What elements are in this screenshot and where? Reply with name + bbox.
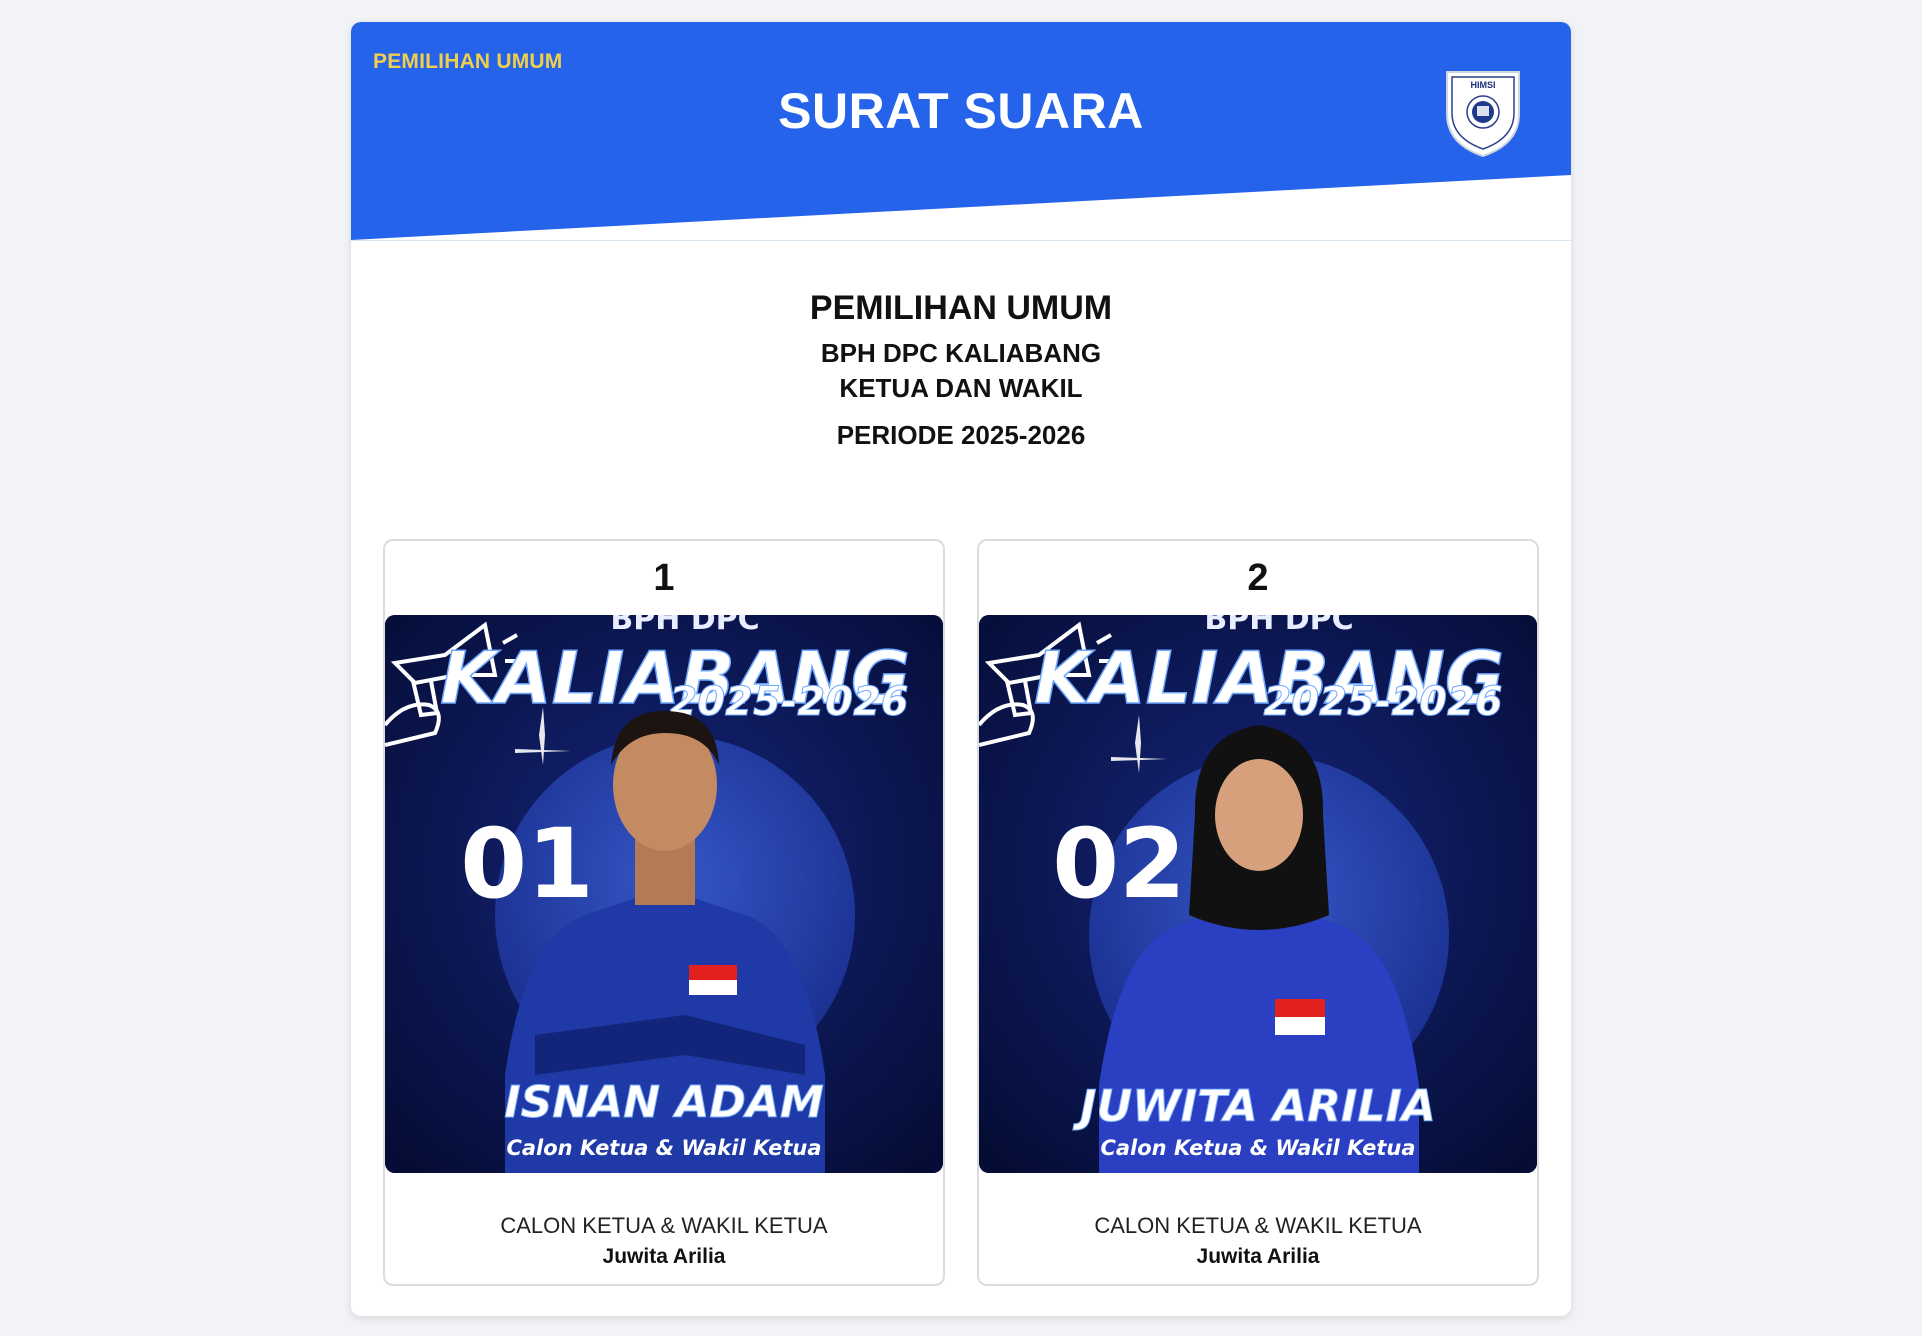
- poster-big-number: 01: [460, 808, 594, 920]
- poster-candidate-name: JUWITA ARILIA: [1072, 1081, 1436, 1132]
- poster-years: 2025-2026: [1263, 679, 1502, 725]
- candidate-number: 1: [653, 557, 675, 599]
- candidate-card-1[interactable]: 1 BPH DPC KALIABANG 2025-2026 01 ISNAN A…: [383, 539, 945, 1286]
- poster-heading-partial: BPH DPC: [1204, 615, 1353, 637]
- ballot-header: PEMILIHAN UMUM SURAT SUARA HIMSI: [351, 22, 1571, 241]
- candidate-poster[interactable]: BPH DPC KALIABANG 2025-2026 02 JUWITA AR…: [979, 615, 1537, 1173]
- logo-text: HIMSI: [1470, 80, 1495, 90]
- himsi-logo-icon: HIMSI: [1446, 71, 1520, 158]
- candidate-card-2[interactable]: 2 BPH DPC KALIABANG 2025-2026 02 JUWITA …: [977, 539, 1539, 1286]
- candidate-poster[interactable]: BPH DPC KALIABANG 2025-2026 01 ISNAN ADA…: [385, 615, 943, 1173]
- candidate-role: CALON KETUA & WAKIL KETUA: [500, 1213, 828, 1238]
- intro-organization: BPH DPC KALIABANG: [820, 338, 1102, 368]
- poster-caption: Calon Ketua & Wakil Ketua: [506, 1136, 821, 1160]
- election-intro: PEMILIHAN UMUM BPH DPC KALIABANG KETUA D…: [351, 241, 1571, 451]
- ballot-card: PEMILIHAN UMUM SURAT SUARA HIMSI PEMILIH…: [351, 22, 1571, 1316]
- poster-candidate-name: ISNAN ADAM: [504, 1077, 824, 1128]
- candidate-list: 1 BPH DPC KALIABANG 2025-2026 01 ISNAN A…: [383, 539, 1539, 1307]
- intro-period: PERIODE 2025-2026: [836, 420, 1086, 450]
- intro-positions: KETUA DAN WAKIL: [839, 373, 1083, 403]
- candidate-name: Juwita Arilia: [602, 1245, 726, 1268]
- poster-big-number: 02: [1052, 808, 1186, 920]
- header-kicker: PEMILIHAN UMUM: [373, 50, 563, 73]
- page-title: SURAT SUARA: [778, 83, 1144, 139]
- poster-caption: Calon Ketua & Wakil Ketua: [1100, 1136, 1415, 1160]
- candidate-number: 2: [1247, 557, 1269, 599]
- intro-title: PEMILIHAN UMUM: [809, 289, 1113, 327]
- poster-heading-partial: BPH DPC: [610, 615, 759, 637]
- candidate-role: CALON KETUA & WAKIL KETUA: [1094, 1213, 1422, 1238]
- candidate-name: Juwita Arilia: [1196, 1245, 1320, 1268]
- poster-years: 2025-2026: [669, 679, 908, 725]
